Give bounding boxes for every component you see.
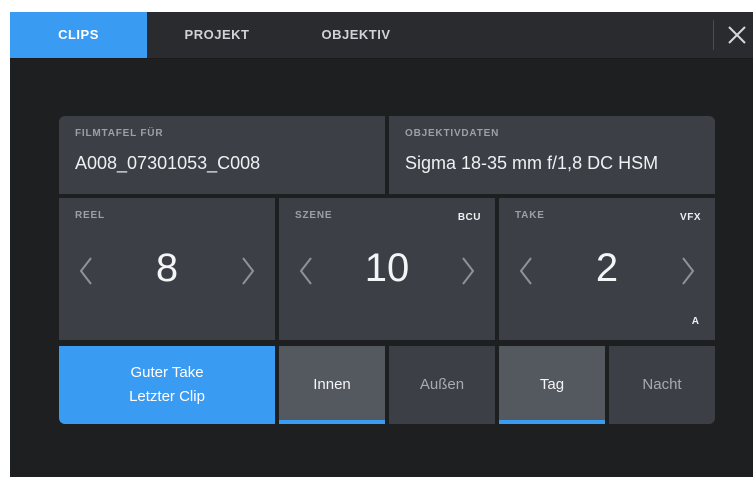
innen-selected-indicator xyxy=(279,420,385,424)
good-take-button[interactable]: Guter Take Letzter Clip xyxy=(59,346,275,424)
innen-label: Innen xyxy=(313,376,351,393)
good-take-label: Guter Take xyxy=(130,364,204,381)
reel-counter[interactable]: REEL 8 xyxy=(59,198,275,340)
tag-label: Tag xyxy=(539,376,565,393)
innen-toggle[interactable]: Innen xyxy=(279,346,385,424)
take-label: TAKE xyxy=(515,210,545,221)
take-vfx-tag[interactable]: VFX xyxy=(680,212,701,223)
aussen-label: Außen xyxy=(419,376,465,393)
reel-next-button[interactable] xyxy=(235,254,259,288)
tab-objektiv[interactable]: OBJEKTIV xyxy=(310,12,402,58)
chevron-right-icon xyxy=(462,257,475,285)
filmtafel-field[interactable]: FILMTAFEL FÜR A008_07301053_C008 xyxy=(59,116,385,194)
take-counter[interactable]: TAKE VFX 2 A xyxy=(499,198,715,340)
chevron-right-icon xyxy=(682,257,695,285)
close-button[interactable] xyxy=(722,20,752,50)
filmtafel-value: A008_07301053_C008 xyxy=(75,153,261,173)
objektivdaten-value: Sigma 18-35 mm f/1,8 DC HSM xyxy=(405,153,659,173)
filmtafel-label: FILMTAFEL FÜR xyxy=(75,128,164,139)
tag-selected-indicator xyxy=(499,420,605,424)
tag-toggle[interactable]: Tag xyxy=(499,346,605,424)
aussen-toggle[interactable]: Außen xyxy=(389,346,495,424)
close-icon xyxy=(728,26,746,44)
szene-label: SZENE xyxy=(295,210,333,221)
reel-label: REEL xyxy=(75,210,105,221)
nacht-toggle[interactable]: Nacht xyxy=(609,346,715,424)
tab-bar: CLIPS PROJEKT OBJEKTIV xyxy=(10,12,753,59)
nacht-label: Nacht xyxy=(642,376,682,393)
slate-screen: CLIPS PROJEKT OBJEKTIV FILMTAFEL FÜR A00… xyxy=(10,12,753,477)
last-clip-label: Letzter Clip xyxy=(129,388,205,405)
tab-clips[interactable]: CLIPS xyxy=(10,12,147,58)
take-sub-tag: A xyxy=(691,316,699,327)
szene-next-button[interactable] xyxy=(455,254,479,288)
szene-counter[interactable]: SZENE BCU 10 xyxy=(279,198,495,340)
tab-projekt[interactable]: PROJEKT xyxy=(175,12,259,58)
tab-divider xyxy=(713,20,714,50)
chevron-right-icon xyxy=(242,257,255,285)
objektivdaten-label: OBJEKTIVDATEN xyxy=(405,128,500,139)
szene-shot-tag[interactable]: BCU xyxy=(458,212,481,223)
take-next-button[interactable] xyxy=(675,254,699,288)
objektivdaten-field[interactable]: OBJEKTIVDATEN Sigma 18-35 mm f/1,8 DC HS… xyxy=(389,116,715,194)
